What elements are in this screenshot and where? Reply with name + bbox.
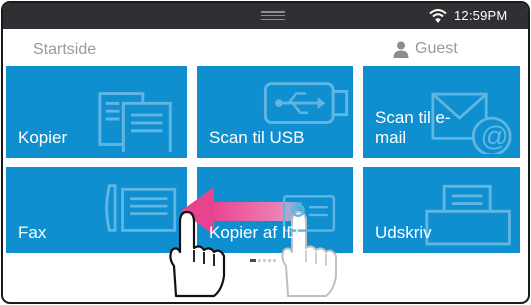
- page-dot-active: [250, 259, 256, 262]
- tile-scan-til-usb[interactable]: Scan til USB: [197, 66, 353, 158]
- tile-fax[interactable]: Fax: [6, 167, 187, 253]
- page-dot: [258, 259, 261, 262]
- tile-kopier-af-id[interactable]: Kopier af ID: [197, 167, 353, 253]
- page-indicator: [250, 259, 276, 262]
- tile-udskriv[interactable]: Udskriv: [363, 167, 520, 253]
- page-dot: [273, 259, 276, 262]
- tile-label: Udskriv: [375, 223, 432, 242]
- svg-text:@: @: [481, 121, 509, 152]
- tile-scan-til-email[interactable]: @ Scan til e- mail: [363, 66, 520, 158]
- user-button[interactable]: Guest: [393, 40, 458, 58]
- status-bar: 12:59PM: [3, 3, 528, 29]
- usb-icon: [263, 82, 349, 124]
- page-dot: [263, 259, 266, 262]
- tile-label: Fax: [18, 223, 47, 242]
- copy-documents-icon: [98, 92, 172, 152]
- pull-down-handle-icon[interactable]: [261, 11, 285, 20]
- fax-phone-icon: [105, 184, 177, 232]
- tile-label: Scan til USB: [209, 128, 305, 147]
- tile-next-page-peek[interactable]: [529, 66, 530, 158]
- person-icon: [393, 41, 409, 58]
- clock: 12:59PM: [454, 8, 508, 23]
- page-dot: [268, 259, 271, 262]
- tile-kopier[interactable]: Kopier: [6, 66, 187, 158]
- wifi-icon: [429, 9, 447, 23]
- tile-label: Scan til e- mail: [375, 108, 451, 147]
- tile-label: Kopier af ID: [209, 223, 299, 242]
- tile-label: Kopier: [18, 128, 68, 147]
- tile-next-page-peek[interactable]: [529, 167, 530, 253]
- breadcrumb: Startside: [33, 41, 97, 58]
- printer-icon: [425, 184, 511, 246]
- user-label: Guest: [415, 40, 458, 57]
- device-screen: 12:59PM Startside Guest Kopier Scan til …: [1, 1, 530, 304]
